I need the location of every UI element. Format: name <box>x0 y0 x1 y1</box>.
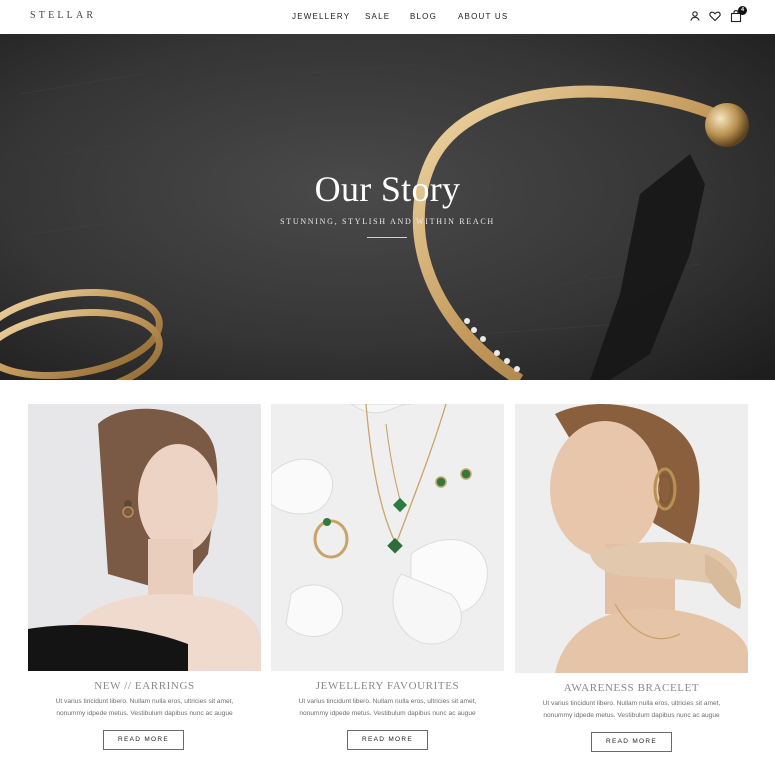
hero-title: Our Story <box>314 169 461 209</box>
card-text: Ut varius tincidunt libero. Nullam nulla… <box>271 696 504 720</box>
read-more-button[interactable]: READ MORE <box>103 730 184 750</box>
card-text-line: nonummy idpede metus. Vestibulum dapibus… <box>299 710 476 717</box>
card-title: JEWELLERY FAVOURITES <box>315 680 460 692</box>
card-text: Ut varius tincidunt libero. Nullam nulla… <box>28 696 261 720</box>
hero-subtitle: STUNNING, STYLISH AND WITHIN REACH <box>280 217 495 226</box>
hero-divider <box>367 237 407 238</box>
main-nav: JEWELLERY SALE BLOG ABOUT US <box>0 12 775 24</box>
card-text-line: nonummy idpede metus. Vestibulum dapibus… <box>543 712 720 719</box>
read-more-button[interactable]: READ MORE <box>347 730 428 750</box>
nav-sale[interactable]: SALE <box>365 12 390 21</box>
hero-banner: Our Story STUNNING, STYLISH AND WITHIN R… <box>0 34 775 380</box>
card-title: AWARENESS BRACELET <box>563 682 700 694</box>
card-text-line: nonummy idpede metus. Vestibulum dapibus… <box>56 710 233 717</box>
card-title: NEW // EARRINGS <box>94 680 195 692</box>
nav-about-us[interactable]: ABOUT US <box>458 12 508 21</box>
read-more-button[interactable]: READ MORE <box>591 732 672 752</box>
cart-count-badge: 4 <box>738 6 747 15</box>
card-image-favourites[interactable] <box>271 404 504 671</box>
card-image-bracelet[interactable] <box>515 404 748 673</box>
card-text-line: Ut varius tincidunt libero. Nullam nulla… <box>542 700 721 707</box>
nav-jewellery[interactable]: JEWELLERY <box>292 12 350 21</box>
user-icon[interactable] <box>688 9 702 23</box>
header-icons: 4 <box>688 6 748 25</box>
card-text: Ut varius tincidunt libero. Nullam nulla… <box>515 698 748 722</box>
card-text-line: Ut varius tincidunt libero. Nullam nulla… <box>298 698 477 705</box>
heart-icon[interactable] <box>708 9 722 23</box>
nav-blog[interactable]: BLOG <box>410 12 437 21</box>
card-text-line: Ut varius tincidunt libero. Nullam nulla… <box>55 698 234 705</box>
card-image-earrings[interactable] <box>28 404 261 671</box>
site-header: STELLAR JEWELLERY SALE BLOG ABOUT US 4 <box>0 0 775 34</box>
